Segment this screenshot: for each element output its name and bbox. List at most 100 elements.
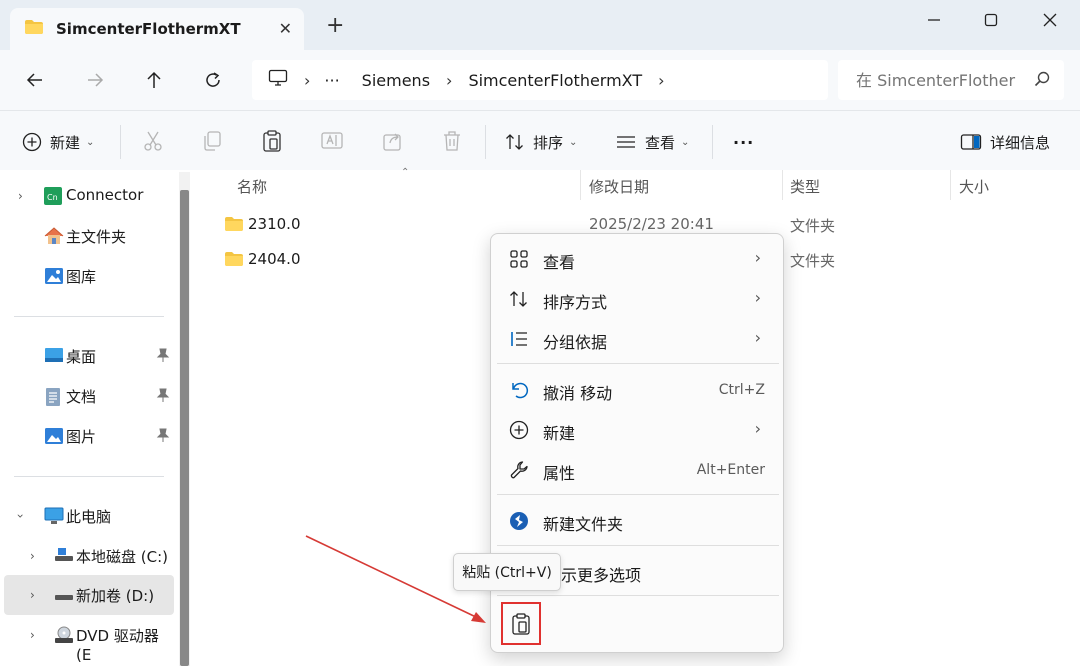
menu-item-new[interactable]: 新建 › <box>499 411 777 449</box>
delete-icon[interactable] <box>442 130 462 156</box>
sidebar-item-desktop[interactable]: 桌面 <box>0 336 176 376</box>
menu-item-sort-by[interactable]: 排序方式 › <box>499 280 777 318</box>
sidebar-item-label: DVD 驱动器 (E <box>76 627 159 664</box>
tab-close-icon[interactable]: ✕ <box>279 19 292 38</box>
sidebar-item-home[interactable]: 主文件夹 <box>0 216 176 256</box>
column-header-type[interactable]: 类型 <box>790 176 820 197</box>
search-icon[interactable] <box>1034 71 1050 91</box>
new-folder-icon <box>509 511 529 535</box>
menu-item-label: 新建文件夹 <box>543 515 624 534</box>
drive-icon <box>54 589 74 607</box>
chevron-right-icon: › <box>754 419 761 438</box>
sidebar-item-drive-c[interactable]: › 本地磁盘 (C:) <box>0 536 176 576</box>
more-options-button[interactable]: ··· <box>733 129 754 155</box>
view-button[interactable]: 查看 ⌄ <box>615 129 689 155</box>
pin-icon[interactable] <box>156 347 170 367</box>
menu-divider <box>497 595 779 596</box>
sidebar-item-dvd[interactable]: › DVD 驱动器 (E <box>0 615 176 664</box>
sidebar-item-pictures[interactable]: 图片 <box>0 416 176 456</box>
address-bar[interactable]: › ··· Siemens › SimcenterFlothermXT › <box>252 60 828 100</box>
drive-icon <box>54 547 74 567</box>
menu-item-properties[interactable]: 属性 Alt+Enter <box>499 451 777 489</box>
shortcut-text: Ctrl+Z <box>718 382 765 398</box>
chevron-right-icon: › <box>754 248 761 267</box>
folder-icon <box>24 19 44 39</box>
minimize-button[interactable] <box>914 6 954 34</box>
divider <box>14 316 164 317</box>
sort-button[interactable]: 排序 ⌄ <box>505 129 577 155</box>
rename-icon[interactable] <box>321 130 343 156</box>
column-divider[interactable] <box>950 170 951 200</box>
cut-icon[interactable] <box>143 130 163 156</box>
menu-item-view[interactable]: 查看 › <box>499 240 777 278</box>
search-input[interactable] <box>856 70 1026 90</box>
chevron-right-icon[interactable]: › <box>18 189 23 203</box>
sidebar-item-gallery[interactable]: 图库 <box>0 256 176 296</box>
tab-strip: SimcenterFlothermXT ✕ + <box>0 0 1080 50</box>
menu-item-undo-move[interactable]: 撤消 移动 Ctrl+Z <box>499 371 777 409</box>
breadcrumb-more[interactable]: ··· <box>324 71 339 90</box>
column-divider[interactable] <box>580 170 581 200</box>
documents-icon <box>44 387 62 411</box>
desktop-icon <box>44 347 64 367</box>
new-button[interactable]: 新建 ⌄ <box>22 129 94 155</box>
column-divider[interactable] <box>782 170 783 200</box>
breadcrumb-separator: › <box>658 70 665 90</box>
paste-icon[interactable] <box>262 130 282 156</box>
divider <box>14 476 164 477</box>
pictures-icon <box>44 427 64 449</box>
chevron-right-icon[interactable]: › <box>30 628 35 642</box>
share-icon[interactable] <box>382 130 404 156</box>
sidebar-item-this-pc[interactable]: › 此电脑 <box>0 496 176 536</box>
file-name: 2404.0 <box>248 250 301 268</box>
plus-circle-icon <box>509 420 529 444</box>
forward-button[interactable] <box>80 66 110 94</box>
back-button[interactable] <box>20 66 50 94</box>
sidebar-item-connector[interactable]: › Cn Connector <box>0 176 176 216</box>
tab-title: SimcenterFlothermXT <box>56 20 241 38</box>
chevron-down-icon[interactable]: › <box>13 514 27 519</box>
file-date: 2025/2/23 20:41 <box>589 215 714 233</box>
this-pc-icon <box>44 507 64 529</box>
up-button[interactable] <box>139 66 169 94</box>
column-header-size[interactable]: 大小 <box>959 176 989 197</box>
breadcrumb-siemens[interactable]: Siemens <box>362 71 430 90</box>
search-box[interactable] <box>838 60 1064 100</box>
sidebar-item-label: 此电脑 <box>66 508 112 526</box>
sidebar-scroll-thumb[interactable] <box>180 190 189 666</box>
sidebar-item-label: 文档 <box>66 388 97 406</box>
sidebar-item-label: Connector <box>66 186 144 204</box>
menu-item-new-folder[interactable]: 新建文件夹 <box>499 502 777 540</box>
this-pc-icon <box>268 69 288 91</box>
column-header-name[interactable]: 名称 <box>237 176 267 197</box>
maximize-button[interactable] <box>971 6 1011 34</box>
sidebar-item-documents[interactable]: 文档 <box>0 376 176 416</box>
pin-icon[interactable] <box>156 387 170 407</box>
close-window-button[interactable] <box>1030 6 1070 34</box>
new-tab-button[interactable]: + <box>326 15 344 37</box>
sidebar-item-label: 桌面 <box>66 348 97 366</box>
menu-item-group-by[interactable]: 分组依据 › <box>499 320 777 358</box>
paste-button[interactable] <box>501 602 541 645</box>
group-list-icon <box>509 329 529 353</box>
chevron-down-icon: ⌄ <box>569 136 578 148</box>
connector-icon: Cn <box>44 187 62 209</box>
chevron-right-icon[interactable]: › <box>30 588 35 602</box>
tab-simcenterflothermxt[interactable]: SimcenterFlothermXT ✕ <box>10 8 304 50</box>
refresh-button[interactable] <box>198 66 228 94</box>
details-pane-button[interactable]: 详细信息 <box>960 129 1050 155</box>
breadcrumb-simcenterflothermxt[interactable]: SimcenterFlothermXT <box>468 71 642 90</box>
folder-icon <box>224 251 244 271</box>
sidebar-item-drive-d[interactable]: › 新加卷 (D:) <box>4 575 174 615</box>
new-label: 新建 <box>50 133 81 152</box>
pin-icon[interactable] <box>156 427 170 447</box>
menu-item-label: 查看 <box>543 253 576 272</box>
home-icon <box>44 227 64 249</box>
column-header-date[interactable]: 修改日期 <box>589 176 649 197</box>
menu-item-label: 分组依据 <box>543 333 608 352</box>
chevron-right-icon[interactable]: › <box>30 549 35 563</box>
view-label: 查看 <box>645 133 676 152</box>
copy-icon[interactable] <box>202 130 222 156</box>
maximize-icon <box>984 13 998 27</box>
menu-item-label: 属性 <box>543 464 576 483</box>
